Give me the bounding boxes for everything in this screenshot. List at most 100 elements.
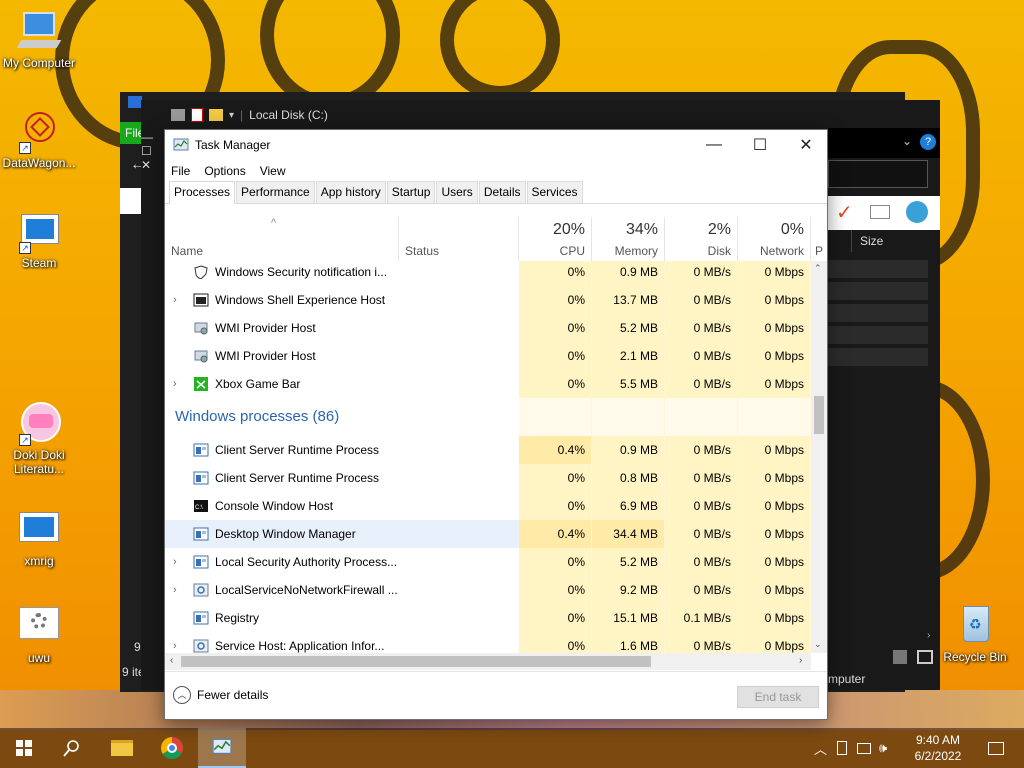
- list-item[interactable]: [828, 304, 928, 322]
- details-view-icon[interactable]: [893, 650, 907, 664]
- menu-options[interactable]: Options: [204, 164, 245, 178]
- recycle-bin-icon: ♻: [953, 604, 997, 648]
- expand-chevron-icon[interactable]: ›: [173, 632, 177, 653]
- disk-value: 0 MB/s: [665, 342, 738, 370]
- menu-file[interactable]: File: [171, 164, 190, 178]
- column-header-memory[interactable]: 34% Memory: [592, 217, 665, 261]
- globe-icon[interactable]: [906, 201, 928, 223]
- table-row[interactable]: Client Server Runtime Process 0% 0.8 MB 0 M…: [165, 464, 811, 492]
- expand-chevron-icon[interactable]: ›: [173, 548, 177, 576]
- close-button[interactable]: ✕: [783, 130, 829, 160]
- group-label: Windows processes (86): [175, 408, 340, 425]
- column-header-size[interactable]: Size: [851, 230, 931, 252]
- chevron-down-icon[interactable]: ⌄: [902, 134, 912, 148]
- start-button[interactable]: [0, 728, 48, 768]
- scroll-down-icon[interactable]: ⌄: [814, 639, 822, 650]
- taskbar-chrome[interactable]: [148, 728, 196, 768]
- taskbar-task-manager[interactable]: [198, 728, 246, 768]
- list-item[interactable]: [828, 326, 928, 344]
- column-header-disk[interactable]: 2% Disk: [665, 217, 738, 261]
- list-item[interactable]: [828, 260, 928, 278]
- desktop-icon-recycle-bin[interactable]: ♻ Recycle Bin: [936, 604, 1014, 664]
- desktop-icon-steam[interactable]: ↗ Steam: [0, 210, 78, 270]
- tab-performance[interactable]: Performance: [236, 181, 315, 203]
- tab-app-history[interactable]: App history: [315, 181, 386, 203]
- quick-access-dropdown-icon[interactable]: ▾: [229, 110, 234, 121]
- group-header-row[interactable]: Windows processes (86): [165, 398, 811, 436]
- cpu-value: 0%: [519, 492, 592, 520]
- tab-details[interactable]: Details: [478, 181, 526, 203]
- desktop-icon-my-computer[interactable]: My Computer: [0, 10, 78, 70]
- clock[interactable]: 9:40 AM 6/2/2022: [908, 732, 968, 764]
- check-icon[interactable]: ✓: [836, 200, 853, 225]
- table-row[interactable]: WMI Provider Host 0% 2.1 MB 0 MB/s 0 Mbps: [165, 342, 811, 370]
- cpu-value: 0%: [519, 342, 592, 370]
- scrollbar-thumb[interactable]: [181, 656, 651, 667]
- table-row[interactable]: › Windows Shell Experience Host 0% 13.7 MB 0…: [165, 286, 811, 314]
- process-name: WMI Provider Host: [215, 349, 316, 363]
- column-header-name[interactable]: ^ Name: [165, 217, 399, 261]
- menu-view[interactable]: View: [260, 164, 286, 178]
- chevron-up-icon[interactable]: ︿: [814, 739, 827, 758]
- table-row[interactable]: Registry 0% 15.1 MB 0.1 MB/s 0 Mbps: [165, 604, 811, 632]
- column-header-power[interactable]: P: [811, 217, 827, 261]
- desktop-icon-label: My Computer: [2, 56, 76, 70]
- task-manager-window[interactable]: Task Manager — ☐ ✕ File Options View Pro…: [164, 129, 828, 720]
- network-value: 0 Mbps: [738, 436, 811, 464]
- table-row[interactable]: › Service Host: Application Infor... 0% 1.6…: [165, 632, 811, 653]
- minimize-button[interactable]: —: [691, 130, 737, 160]
- table-row[interactable]: Client Server Runtime Process 0.4% 0.9 MB 0…: [165, 436, 811, 464]
- table-row[interactable]: C:\ Console Window Host 0% 6.9 MB 0 MB/s 0 Mb…: [165, 492, 811, 520]
- gear-process-icon: [193, 583, 209, 597]
- scroll-right-icon[interactable]: ›: [799, 655, 802, 666]
- column-header-status[interactable]: Status: [399, 217, 519, 261]
- fewer-details-button[interactable]: ︿ Fewer details: [173, 686, 268, 704]
- desktop-icon-doki-doki[interactable]: ↗ Doki Doki Literatu...: [0, 402, 78, 476]
- volume-icon[interactable]: 🕪: [879, 740, 887, 756]
- vertical-scrollbar[interactable]: ⌃ ⌄: [811, 261, 827, 653]
- process-name: Windows Security notification i...: [215, 265, 388, 279]
- list-item[interactable]: [828, 282, 928, 300]
- notifications-button[interactable]: [972, 728, 1020, 768]
- tab-services[interactable]: Services: [526, 181, 583, 203]
- folder-icon[interactable]: [209, 109, 223, 121]
- column-header-network[interactable]: 0% Network: [738, 217, 811, 261]
- cpu-value: 0%: [519, 370, 592, 398]
- scroll-left-icon[interactable]: ‹: [170, 655, 173, 666]
- scroll-up-icon[interactable]: ⌃: [814, 263, 822, 274]
- maximize-button[interactable]: ☐: [737, 130, 783, 160]
- expand-chevron-icon[interactable]: ›: [173, 576, 177, 604]
- taskbar-file-explorer[interactable]: [98, 728, 146, 768]
- expand-chevron-icon[interactable]: ›: [173, 286, 177, 314]
- desktop-icon-xmrig[interactable]: xmrig: [0, 508, 78, 568]
- column-header-cpu[interactable]: 20% CPU: [519, 217, 592, 261]
- tiles-view-icon[interactable]: [917, 650, 933, 664]
- horizontal-scrollbar[interactable]: ‹ ›: [165, 653, 811, 670]
- search-button[interactable]: [48, 728, 96, 768]
- memory-value: 5.2 MB: [592, 548, 665, 576]
- tab-users[interactable]: Users: [436, 181, 478, 203]
- scrollbar-thumb[interactable]: [814, 396, 824, 434]
- expand-chevron-icon[interactable]: ›: [173, 370, 177, 398]
- file-list: [828, 260, 928, 370]
- network-icon[interactable]: [857, 742, 872, 754]
- list-item[interactable]: [828, 348, 928, 366]
- help-icon[interactable]: ?: [920, 134, 936, 150]
- table-row[interactable]: › Local Security Authority Process... 0% 5.…: [165, 548, 811, 576]
- table-row[interactable]: › LocalServiceNoNetworkFirewall ... 0% 9.2 …: [165, 576, 811, 604]
- table-row[interactable]: Desktop Window Manager 0.4% 34.4 MB 0 MB/s 0…: [165, 520, 811, 548]
- properties-icon[interactable]: [191, 108, 203, 122]
- desktop-icon-datawagon[interactable]: ↗ DataWagon...: [0, 110, 78, 170]
- rename-icon[interactable]: [870, 205, 890, 219]
- search-box[interactable]: [828, 160, 928, 188]
- wmi-icon: [193, 321, 209, 335]
- table-row[interactable]: › Xbox Game Bar 0% 5.5 MB 0 MB/s 0 Mbps: [165, 370, 811, 398]
- table-row[interactable]: WMI Provider Host 0% 5.2 MB 0 MB/s 0 Mbps: [165, 314, 811, 342]
- battery-icon[interactable]: [837, 741, 848, 755]
- end-task-button[interactable]: End task: [737, 686, 819, 708]
- tab-processes[interactable]: Processes: [169, 181, 236, 204]
- table-row[interactable]: Windows Security notification i... 0% 0.9 …: [165, 261, 811, 286]
- scroll-right-icon[interactable]: ›: [927, 630, 930, 641]
- tab-startup[interactable]: Startup: [386, 181, 436, 203]
- desktop-icon-uwu[interactable]: uwu: [0, 605, 78, 665]
